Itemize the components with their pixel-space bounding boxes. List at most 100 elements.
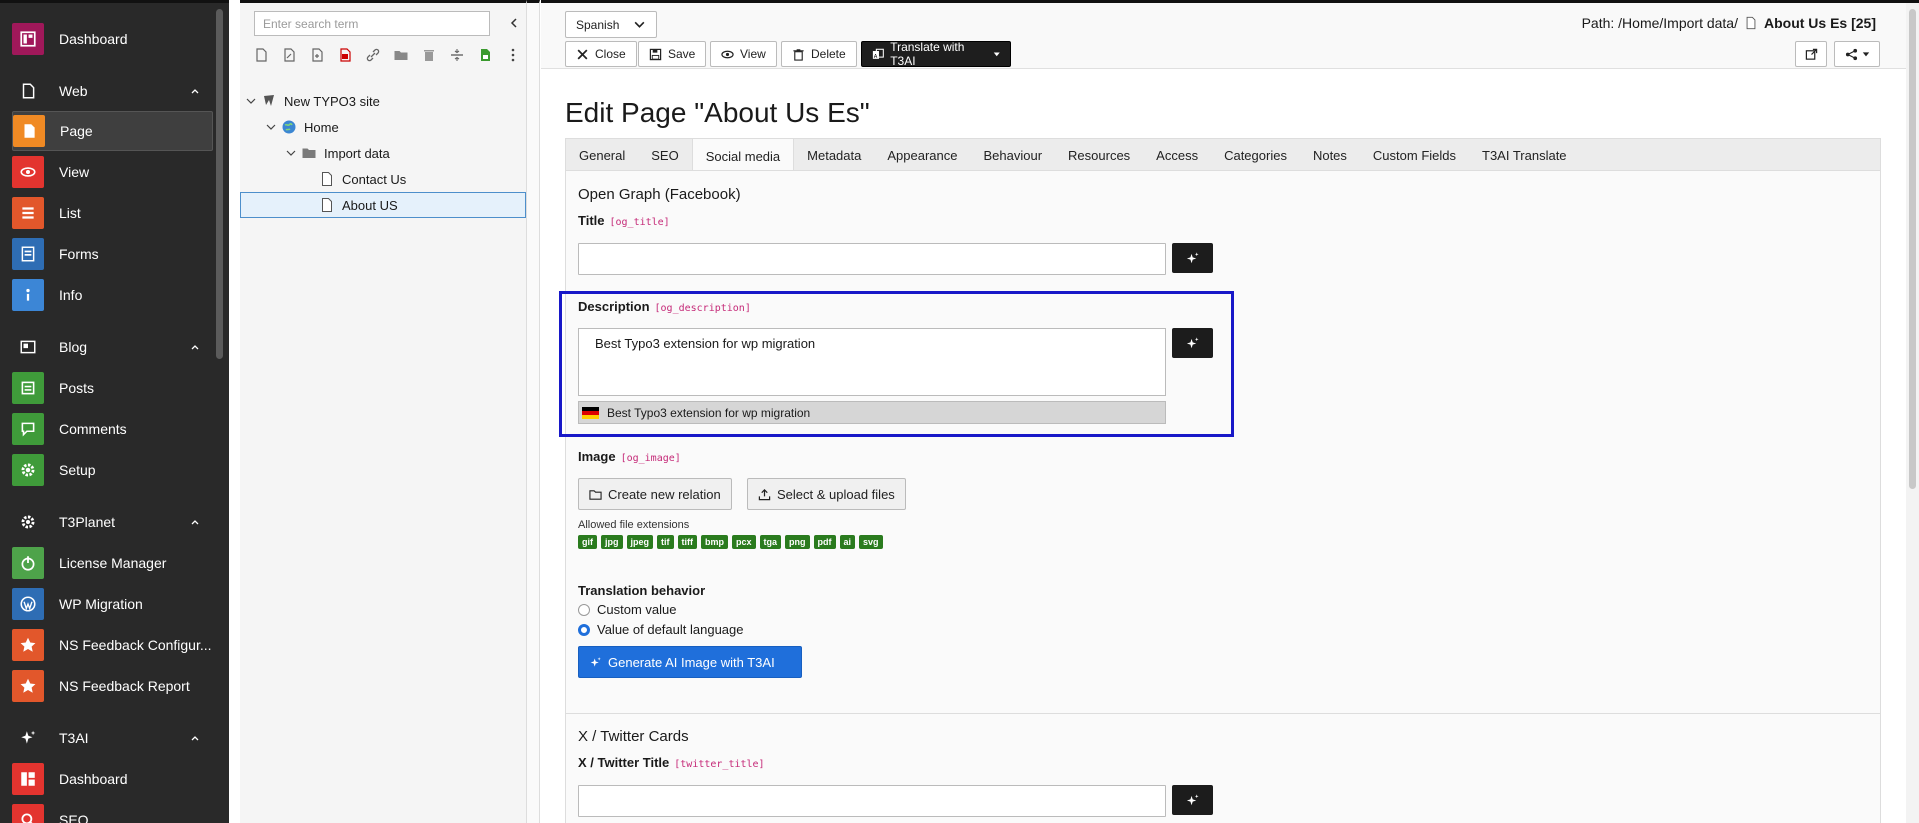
breadcrumb-current-page: About Us Es [25]: [1763, 15, 1876, 31]
module-group-t3planet[interactable]: T3Planet: [12, 504, 213, 540]
tab-social-media[interactable]: Social media: [691, 139, 795, 173]
chevron-up-icon: [191, 736, 199, 741]
module-label: Posts: [59, 380, 95, 396]
module-ns-feedback-report[interactable]: NS Feedback Report: [12, 666, 213, 706]
twitter-title-input[interactable]: [578, 785, 1166, 817]
language-select[interactable]: Spanish: [565, 11, 657, 38]
section-divider: [566, 713, 1880, 714]
tab-access[interactable]: Access: [1143, 139, 1211, 171]
tab-notes[interactable]: Notes: [1300, 139, 1360, 171]
radio-button[interactable]: [578, 603, 590, 616]
generate-ai-image-button[interactable]: Generate AI Image with T3AI: [578, 646, 802, 678]
chevron-down-icon: [634, 21, 645, 28]
module-license-manager[interactable]: License Manager: [12, 543, 213, 583]
module-label: SEO: [59, 812, 89, 823]
module-group-blog[interactable]: Blog: [12, 329, 213, 365]
dashboard-icon: [12, 763, 44, 795]
module-page[interactable]: Page: [12, 111, 213, 151]
save-button[interactable]: Save: [638, 41, 707, 67]
module-ns-feedback-config[interactable]: NS Feedback Configur...: [12, 625, 213, 665]
module-group-t3ai[interactable]: T3AI: [12, 720, 213, 756]
tab-categories[interactable]: Categories: [1211, 139, 1300, 171]
trash-icon[interactable]: [420, 46, 438, 64]
open-new-window-button[interactable]: [1795, 41, 1827, 67]
og-title-input[interactable]: [578, 243, 1166, 275]
delete-button[interactable]: Delete: [781, 41, 857, 67]
module-label: NS Feedback Configur...: [59, 637, 212, 653]
module-posts[interactable]: Posts: [12, 368, 213, 408]
new-link-icon[interactable]: [336, 46, 354, 64]
forms-icon: [12, 238, 44, 270]
chevron-down-icon[interactable]: [265, 121, 277, 133]
tab-metadata[interactable]: Metadata: [794, 139, 874, 171]
tree-node-label: New TYPO3 site: [284, 93, 380, 109]
tree-node-import-data[interactable]: Import data: [285, 140, 390, 166]
tab-custom-fields[interactable]: Custom Fields: [1360, 139, 1469, 171]
tree-node-site[interactable]: New TYPO3 site: [245, 88, 380, 114]
highlight-frame: [559, 291, 1234, 437]
translate-t3ai-button[interactable]: A Translate with T3AI: [861, 40, 1011, 68]
chevron-down-icon[interactable]: [245, 95, 257, 107]
radio-default-language[interactable]: Value of default language: [578, 622, 744, 637]
folder-icon[interactable]: [392, 46, 410, 64]
radio-button-checked[interactable]: [578, 623, 590, 636]
module-group-label: T3Planet: [59, 514, 116, 530]
module-forms[interactable]: Forms: [12, 234, 213, 274]
external-link-icon: [1805, 48, 1817, 60]
tab-panel-social-media: Open Graph (Facebook) Title [og_title] D…: [559, 170, 1881, 823]
ext-badge: jpg: [601, 535, 623, 549]
tree-resizer[interactable]: [526, 0, 540, 823]
new-shortcut-icon[interactable]: [280, 46, 298, 64]
select-upload-button[interactable]: Select & upload files: [747, 478, 906, 510]
module-dashboard[interactable]: Dashboard: [12, 19, 213, 59]
tab-general[interactable]: General: [566, 139, 638, 171]
module-view[interactable]: View: [12, 152, 213, 192]
link-icon[interactable]: [364, 46, 382, 64]
chevron-down-icon[interactable]: [285, 147, 297, 159]
twitter-title-ai-button[interactable]: [1172, 785, 1213, 815]
module-seo[interactable]: SEO: [12, 800, 213, 823]
content-scrollbar[interactable]: [1906, 0, 1919, 823]
tree-node-contact-us[interactable]: Contact Us: [318, 166, 406, 192]
module-label: Info: [59, 287, 83, 303]
close-button[interactable]: Close: [565, 41, 637, 67]
view-button[interactable]: View: [710, 41, 777, 67]
module-group-label: Web: [59, 83, 88, 99]
module-group-web[interactable]: Web: [12, 73, 213, 109]
radio-label: Value of default language: [597, 622, 744, 637]
radio-custom-value[interactable]: Custom value: [578, 602, 676, 617]
module-menu-scrollbar[interactable]: [216, 9, 223, 359]
separator-icon[interactable]: [448, 46, 466, 64]
module-setup[interactable]: Setup: [12, 450, 213, 490]
new-mountpoint-icon[interactable]: [308, 46, 326, 64]
module-info[interactable]: Info: [12, 275, 213, 315]
scrollbar-thumb[interactable]: [1909, 9, 1916, 489]
tab-appearance[interactable]: Appearance: [874, 139, 970, 171]
tab-behaviour[interactable]: Behaviour: [970, 139, 1055, 171]
module-list[interactable]: List: [12, 193, 213, 233]
chevron-left-icon[interactable]: [508, 17, 520, 29]
backend-section-icon[interactable]: [476, 46, 494, 64]
gear-icon: [12, 454, 44, 486]
ext-badge: bmp: [701, 535, 729, 549]
module-wp-migration[interactable]: WP Migration: [12, 584, 213, 624]
module-comments[interactable]: Comments: [12, 409, 213, 449]
radio-label: Custom value: [597, 602, 677, 617]
more-vertical-icon[interactable]: [504, 46, 522, 64]
share-button[interactable]: [1834, 41, 1880, 67]
ext-badge: pdf: [813, 535, 836, 549]
new-page-icon[interactable]: [252, 46, 270, 64]
chevron-up-icon: [191, 345, 199, 350]
tree-node-home[interactable]: Home: [265, 114, 339, 140]
tab-seo[interactable]: SEO: [638, 139, 691, 171]
tab-resources[interactable]: Resources: [1055, 139, 1143, 171]
dashboard-icon: [12, 23, 44, 55]
og-title-ai-button[interactable]: [1172, 243, 1213, 273]
tree-node-about-us[interactable]: About US: [240, 192, 526, 218]
tree-search-input[interactable]: [254, 11, 490, 36]
module-label: Page: [60, 123, 93, 139]
create-relation-button[interactable]: Create new relation: [578, 478, 732, 510]
module-t3ai-dashboard[interactable]: Dashboard: [12, 759, 213, 799]
tab-t3ai-translate[interactable]: T3AI Translate: [1469, 139, 1580, 171]
field-label: X / Twitter Title: [578, 755, 670, 770]
